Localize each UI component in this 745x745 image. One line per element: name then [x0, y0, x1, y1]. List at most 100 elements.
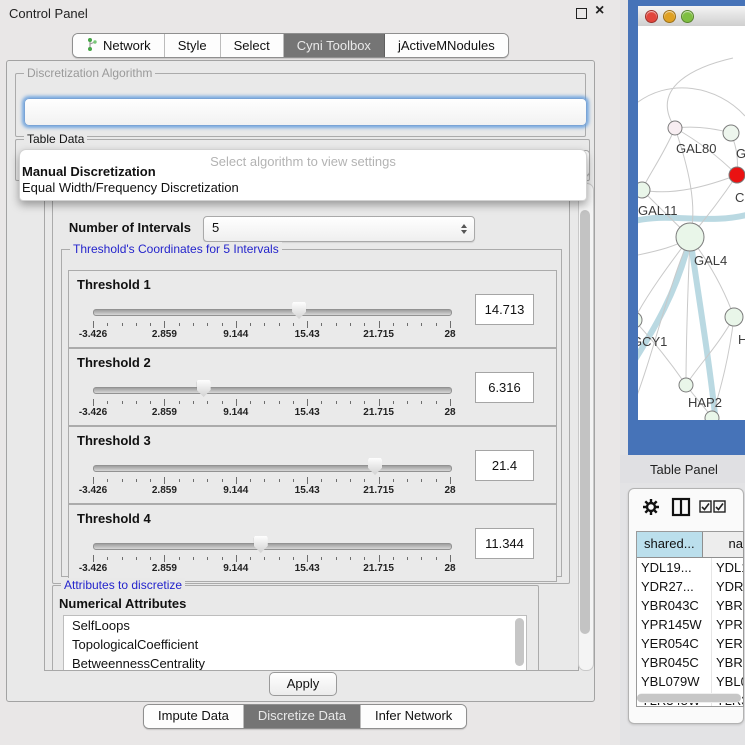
tick-mark: [350, 479, 351, 482]
network-node[interactable]: [705, 411, 719, 420]
tick-mark: [236, 399, 237, 406]
tab-label: Impute Data: [158, 708, 229, 723]
network-edge[interactable]: [638, 88, 745, 116]
zoom-traffic-light-icon[interactable]: [681, 10, 694, 23]
scrollbar-thumb[interactable]: [637, 694, 741, 702]
network-view-window[interactable]: GAL80GCGAL11GAL4GCY1HHAP2: [628, 0, 745, 456]
table-row[interactable]: YDL19...YDL1: [637, 558, 743, 577]
table-row[interactable]: YBL079WYBL0: [637, 672, 743, 691]
gear-icon[interactable]: [641, 497, 661, 517]
network-window-titlebar[interactable]: [638, 6, 745, 27]
close-icon[interactable]: ×: [595, 2, 604, 20]
attribute-item-betweennesscentrality[interactable]: BetweennessCentrality: [64, 654, 526, 671]
tick-mark: [136, 401, 137, 404]
network-node-gal4[interactable]: [676, 223, 704, 251]
right-panel-area: GAL80GCGAL11GAL4GCY1HHAP2 Table Panel: [620, 0, 745, 745]
slider-thumb[interactable]: [292, 302, 306, 319]
slider-track[interactable]: [93, 465, 452, 472]
algorithm-option-equal-width-frequency-discretization[interactable]: Equal Width/Frequency Discretization: [22, 180, 239, 195]
table-row[interactable]: YBR043CYBR0: [637, 596, 743, 615]
tick-mark: [193, 557, 194, 560]
attribute-item-selfloops[interactable]: SelfLoops: [64, 616, 526, 635]
horizontal-scrollbar[interactable]: [637, 693, 741, 703]
tab-impute-data[interactable]: Impute Data: [144, 705, 244, 728]
split-view-icon[interactable]: [671, 497, 691, 517]
tick-mark: [222, 557, 223, 560]
slider-track[interactable]: [93, 309, 452, 316]
tick-mark: [364, 557, 365, 560]
network-node-c[interactable]: [729, 167, 745, 183]
numerical-attributes-list[interactable]: SelfLoopsTopologicalCoefficientBetweenne…: [63, 615, 527, 671]
tab-infer-network[interactable]: Infer Network: [361, 705, 466, 728]
threshold-value-field[interactable]: 6.316: [475, 372, 534, 403]
network-node-h[interactable]: [725, 308, 743, 326]
attribute-item-topologicalcoefficient[interactable]: TopologicalCoefficient: [64, 635, 526, 654]
close-traffic-light-icon[interactable]: [645, 10, 658, 23]
table-row[interactable]: YDR27...YDR2: [637, 577, 743, 596]
network-node-hap2[interactable]: [679, 378, 693, 392]
threshold-slider[interactable]: -3.4262.8599.14415.4321.71528: [93, 535, 450, 577]
tick-mark: [436, 557, 437, 560]
scrollbar-thumb[interactable]: [580, 210, 590, 634]
network-edge[interactable]: [642, 175, 737, 192]
slider-ticks: [93, 555, 450, 562]
threshold-slider[interactable]: -3.4262.8599.14415.4321.71528: [93, 379, 450, 421]
tick-mark: [293, 479, 294, 482]
float-window-icon[interactable]: [576, 8, 587, 19]
checkbox-checked-icon[interactable]: [713, 500, 726, 513]
slider-thumb[interactable]: [254, 536, 268, 553]
vertical-scrollbar[interactable]: [578, 183, 594, 671]
tick-mark: [264, 479, 265, 482]
tab-cyni-toolbox[interactable]: Cyni Toolbox: [284, 34, 385, 57]
node-table[interactable]: shared...na YDL19...YDL1YDR27...YDR2YBR0…: [636, 531, 744, 707]
slider-thumb[interactable]: [197, 380, 211, 397]
column-header-shared[interactable]: shared...: [637, 532, 703, 557]
table-row[interactable]: YPR145WYPR1: [637, 615, 743, 634]
cell-shared-name: YPR145W: [637, 615, 712, 634]
tab-style[interactable]: Style: [165, 34, 221, 57]
network-edge[interactable]: [642, 128, 675, 190]
attributes-group: Attributes to discretize Numerical Attri…: [52, 585, 539, 671]
network-edge[interactable]: [638, 320, 686, 385]
network-node-gcy1[interactable]: [638, 312, 642, 328]
threshold-slider[interactable]: -3.4262.8599.14415.4321.71528: [93, 457, 450, 499]
network-node-g[interactable]: [723, 125, 739, 141]
tick-mark: [193, 401, 194, 404]
threshold-value-field[interactable]: 21.4: [475, 450, 534, 481]
tick-mark: [379, 399, 380, 406]
tick-label: 28: [444, 329, 455, 340]
tab-jactivemnodules[interactable]: jActiveMNodules: [385, 34, 508, 57]
list-scrollbar[interactable]: [515, 618, 524, 666]
slider-track[interactable]: [93, 387, 452, 394]
network-node-gal11[interactable]: [638, 182, 650, 198]
threshold-value-field[interactable]: 14.713: [475, 294, 534, 325]
column-header-na[interactable]: na: [703, 532, 743, 557]
slider-thumb[interactable]: [368, 458, 382, 475]
apply-button[interactable]: Apply: [269, 672, 337, 696]
panel-title: Control Panel: [9, 6, 88, 21]
tick-mark: [436, 401, 437, 404]
table-toolbar: [629, 489, 743, 529]
network-node-gal80[interactable]: [668, 121, 682, 135]
network-graph[interactable]: GAL80GCGAL11GAL4GCY1HHAP2: [638, 26, 745, 420]
checkbox-checked-icon[interactable]: [699, 500, 712, 513]
slider-track[interactable]: [93, 543, 452, 550]
network-edge[interactable]: [667, 58, 733, 128]
tick-mark: [136, 557, 137, 560]
tick-mark: [93, 321, 94, 328]
threshold-slider[interactable]: -3.4262.8599.14415.4321.71528: [93, 301, 450, 343]
network-canvas[interactable]: GAL80GCGAL11GAL4GCY1HHAP2: [638, 26, 745, 420]
table-row[interactable]: YER054CYER0: [637, 634, 743, 653]
minimize-traffic-light-icon[interactable]: [663, 10, 676, 23]
tick-mark: [264, 401, 265, 404]
tick-mark: [164, 477, 165, 484]
tab-select[interactable]: Select: [221, 34, 284, 57]
number-of-intervals-combobox[interactable]: 5: [203, 216, 475, 242]
tab-network[interactable]: Network: [73, 34, 165, 57]
algorithm-combobox[interactable]: [24, 98, 587, 126]
algorithm-option-manual-discretization[interactable]: Manual Discretization: [22, 164, 156, 179]
tab-discretize-data[interactable]: Discretize Data: [244, 705, 361, 728]
tick-mark: [364, 323, 365, 326]
table-row[interactable]: YBR045CYBR0: [637, 653, 743, 672]
threshold-value-field[interactable]: 11.344: [475, 528, 534, 559]
